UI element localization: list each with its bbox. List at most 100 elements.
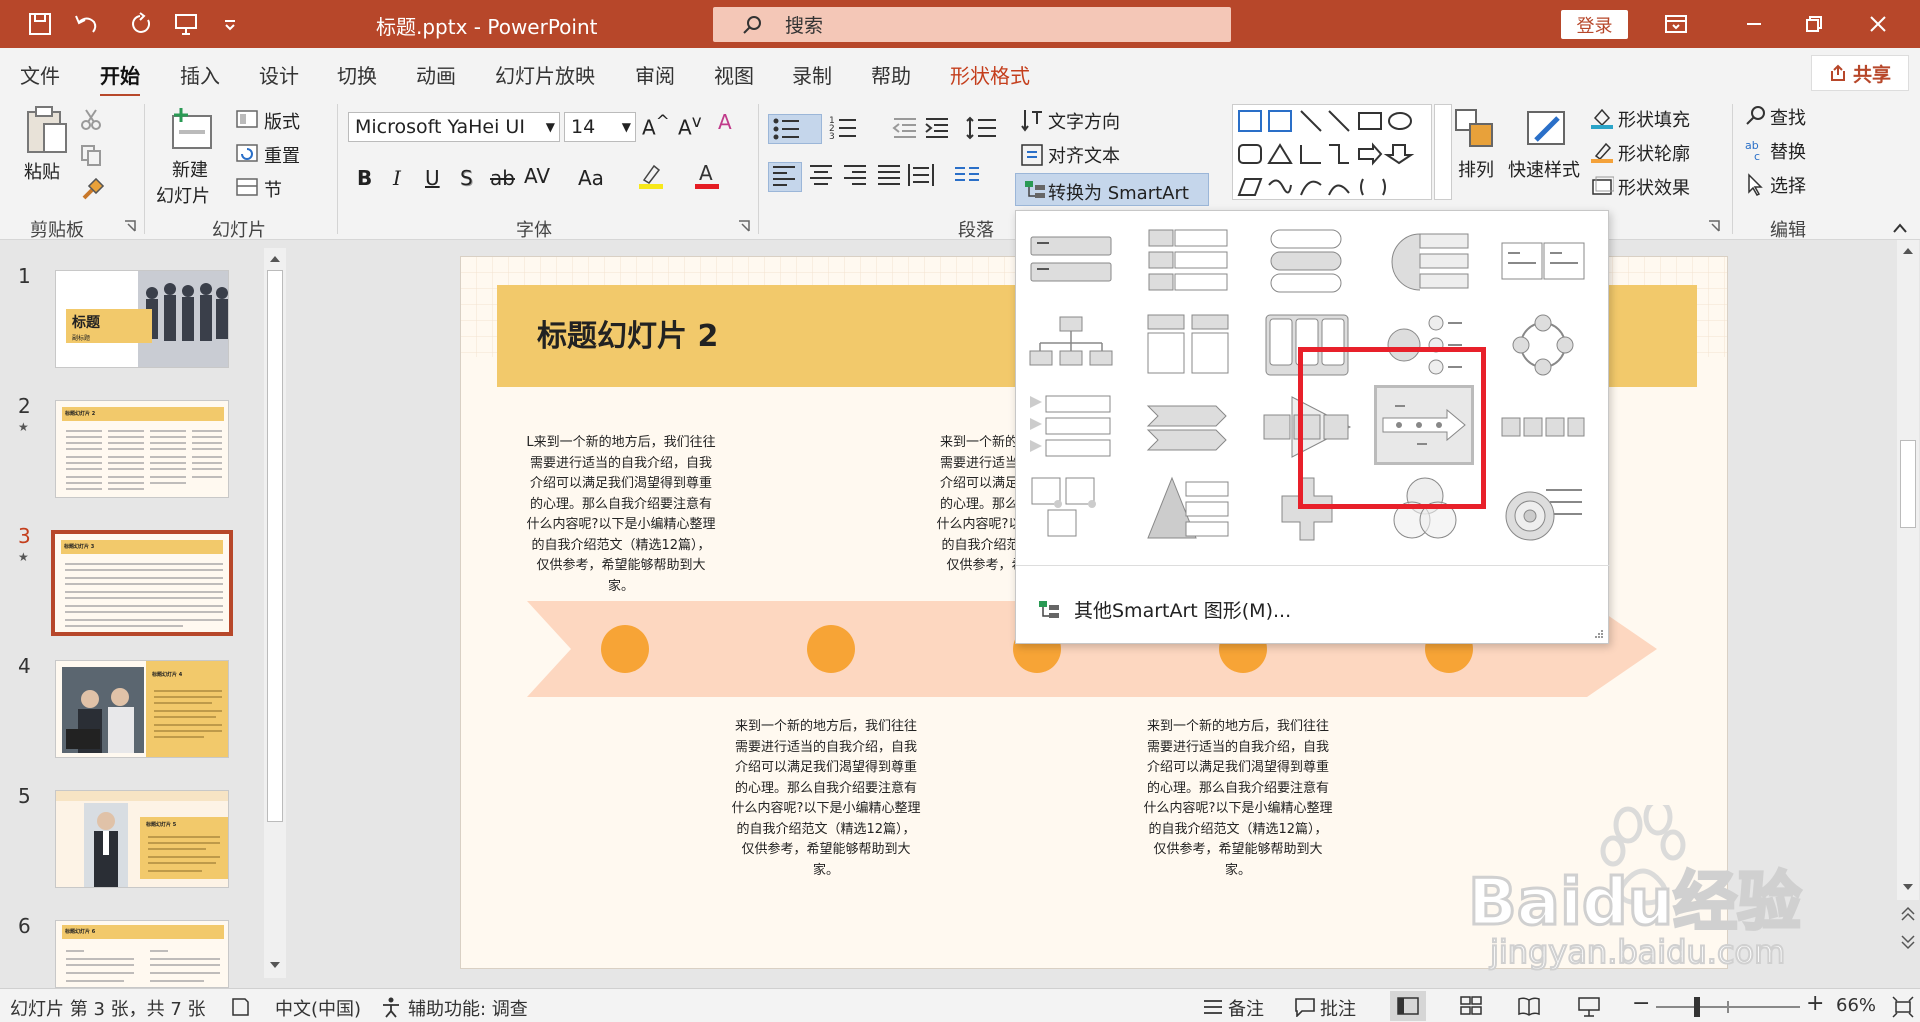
increase-indent-icon[interactable] (924, 116, 950, 140)
search-input[interactable]: 搜索 (713, 7, 1231, 42)
text-direction-button[interactable]: 文字方向 (1048, 108, 1120, 134)
dialog-launcher-icon[interactable] (1708, 220, 1720, 232)
tab-design[interactable]: 设计 (259, 60, 299, 89)
smartart-picture-list[interactable] (1026, 473, 1116, 545)
slide-scrollbar[interactable] (1897, 240, 1919, 900)
layout-icon[interactable] (236, 110, 258, 128)
next-slide-icon[interactable] (1900, 934, 1916, 950)
tab-animations[interactable]: 动画 (416, 60, 456, 89)
tab-help[interactable]: 帮助 (871, 60, 911, 89)
smartart-target-list[interactable] (1380, 225, 1470, 297)
share-button[interactable]: 共享 (1811, 55, 1909, 91)
accessibility-icon[interactable] (380, 996, 402, 1018)
tab-shape-format[interactable]: 形状格式 (950, 60, 1030, 89)
select-icon[interactable] (1744, 172, 1768, 196)
find-icon[interactable] (1744, 104, 1768, 128)
justify-icon[interactable] (874, 162, 904, 188)
cut-icon[interactable] (80, 108, 102, 130)
underline-button[interactable]: U (425, 166, 440, 190)
new-slide-icon[interactable] (167, 106, 215, 152)
scroll-thumb[interactable] (267, 270, 283, 822)
smartart-linear-process[interactable] (1498, 391, 1588, 463)
tab-file[interactable]: 文件 (20, 60, 60, 89)
tab-transitions[interactable]: 切换 (337, 60, 377, 89)
tab-home[interactable]: 开始 (100, 60, 140, 97)
comments-button[interactable]: 批注 (1320, 995, 1356, 1021)
paste-button[interactable]: 粘贴 (24, 158, 60, 184)
zoom-slider-thumb[interactable] (1694, 997, 1700, 1017)
zoom-out-button[interactable]: − (1632, 991, 1650, 1016)
line-spacing-icon[interactable] (966, 116, 998, 140)
slide-thumbnail-3-selected[interactable]: 标题幻灯片 3 (51, 530, 233, 636)
tab-slideshow[interactable]: 幻灯片放映 (495, 60, 595, 89)
smartart-vertical-bullet-list[interactable] (1144, 225, 1234, 297)
font-name-combo[interactable]: Microsoft YaHei UI ▼ (348, 112, 560, 142)
notes-button[interactable]: 备注 (1228, 995, 1264, 1021)
scroll-thumb[interactable] (1900, 440, 1916, 528)
format-painter-icon[interactable] (80, 178, 104, 202)
more-smartart-graphics-link[interactable]: 其他SmartArt 图形(M)... (1074, 596, 1291, 623)
restore-icon[interactable] (1798, 8, 1830, 40)
timeline-dot-1[interactable] (601, 625, 649, 673)
section-icon[interactable] (236, 178, 258, 196)
shape-outline-button[interactable]: 形状轮廓 (1618, 140, 1690, 166)
text-direction-icon[interactable] (1020, 108, 1044, 134)
timeline-dot-2[interactable] (807, 625, 855, 673)
resize-grip-icon[interactable] (1594, 629, 1604, 639)
layout-button[interactable]: 版式 (264, 108, 300, 134)
ribbon-display-icon[interactable] (1660, 8, 1692, 40)
clear-format-icon[interactable]: A (718, 110, 732, 134)
bold-button[interactable]: B (357, 166, 372, 190)
scroll-up-icon[interactable] (269, 254, 281, 264)
undo-icon[interactable] (70, 8, 102, 40)
present-icon[interactable] (170, 8, 202, 40)
italic-button[interactable]: I (393, 166, 401, 190)
smartart-stacked-list[interactable] (1262, 225, 1352, 297)
text-block-1[interactable]: L来到一个新的地方后，我们往往需要进行适当的自我介绍，自我介绍可以满足我们渴望得… (526, 433, 716, 597)
save-icon[interactable] (24, 8, 56, 40)
previous-slide-icon[interactable] (1900, 906, 1916, 922)
slide-thumbnail-2[interactable]: 标题幻灯片 2 (55, 400, 229, 498)
quick-styles-button[interactable]: 快速样式 (1508, 156, 1580, 182)
paste-icon[interactable] (22, 104, 70, 156)
grow-font-button[interactable]: A^ (642, 112, 670, 140)
font-size-combo[interactable]: 14 ▼ (564, 112, 636, 142)
distributed-icon[interactable] (906, 162, 936, 188)
scroll-down-icon[interactable] (269, 960, 281, 970)
bullets-button[interactable] (768, 114, 822, 144)
notes-icon[interactable] (1202, 997, 1224, 1017)
accessibility-status[interactable]: 辅助功能: 调查 (408, 995, 528, 1021)
new-slide-button[interactable]: 幻灯片 (156, 182, 210, 208)
numbering-icon[interactable]: 123 (828, 114, 868, 140)
fit-to-window-icon[interactable] (1892, 996, 1914, 1018)
shape-fill-button[interactable]: 形状填充 (1618, 106, 1690, 132)
align-right-icon[interactable] (840, 162, 870, 188)
scroll-up-icon[interactable] (1902, 246, 1914, 256)
minimize-icon[interactable] (1738, 8, 1770, 40)
replace-icon[interactable]: ab c (1744, 138, 1768, 162)
redo-icon[interactable] (126, 8, 158, 40)
align-center-icon[interactable] (806, 162, 836, 188)
reset-icon[interactable] (236, 144, 258, 162)
shrink-font-button[interactable]: Av (678, 112, 702, 140)
copy-icon[interactable] (80, 144, 102, 166)
shape-outline-icon[interactable] (1590, 140, 1614, 164)
replace-button[interactable]: 替换 (1770, 138, 1806, 164)
shape-effects-button[interactable]: 形状效果 (1618, 174, 1690, 200)
normal-view-button[interactable] (1390, 991, 1426, 1021)
columns-icon[interactable] (952, 162, 982, 188)
dialog-launcher-icon[interactable] (738, 220, 750, 232)
find-button[interactable]: 查找 (1770, 104, 1806, 130)
dialog-launcher-icon[interactable] (124, 220, 136, 232)
decrease-indent-icon[interactable] (892, 116, 918, 140)
close-icon[interactable] (1862, 8, 1894, 40)
align-left-button[interactable] (768, 162, 802, 192)
smartart-basic-block-list[interactable] (1026, 225, 1116, 297)
smartart-horizontal-list[interactable] (1498, 225, 1588, 297)
scroll-down-icon[interactable] (1902, 882, 1914, 892)
align-text-button[interactable]: 对齐文本 (1048, 142, 1120, 168)
shape-effects-icon[interactable] (1590, 174, 1614, 198)
comments-icon[interactable] (1294, 997, 1316, 1017)
smartart-vertical-chevron-list[interactable] (1026, 391, 1116, 463)
strikethrough-button[interactable]: ab (490, 166, 515, 190)
